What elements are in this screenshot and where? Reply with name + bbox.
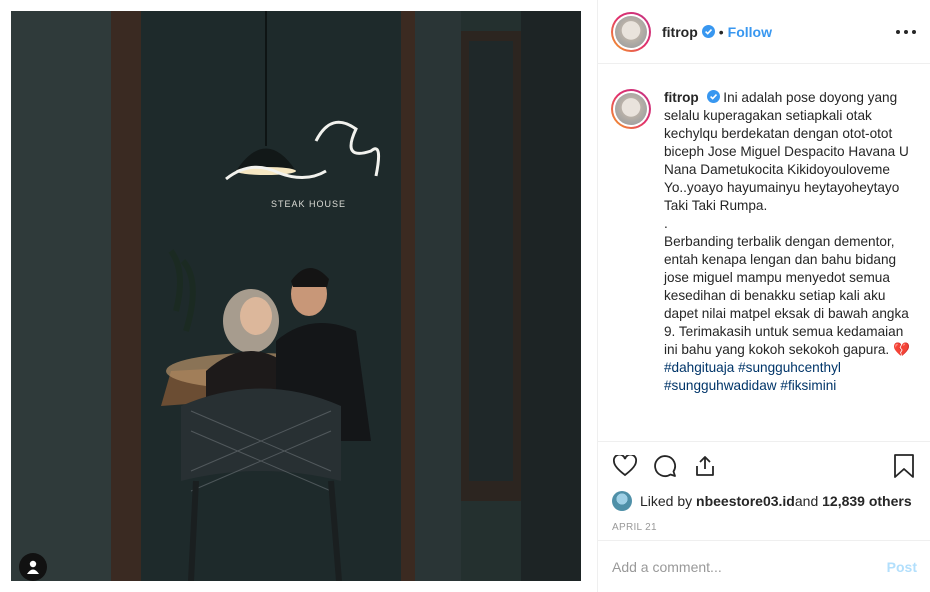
instagram-post: STEAK HOUSE fitrop • Follow fitrop Ini a… xyxy=(0,0,930,592)
hashtag-link[interactable]: #sungguhwadidaw xyxy=(664,378,777,393)
caption-username[interactable]: fitrop xyxy=(664,90,699,105)
liker-avatar[interactable] xyxy=(612,491,632,511)
likes-others-count[interactable]: 12,839 others xyxy=(822,493,912,509)
bookmark-icon[interactable] xyxy=(891,453,917,479)
tagged-user-icon[interactable] xyxy=(19,553,47,581)
broken-heart-emoji: 💔 xyxy=(893,342,910,357)
comment-form: Post xyxy=(598,540,930,592)
header-separator: • xyxy=(718,23,724,40)
post-date[interactable]: APRIL 21 xyxy=(612,522,917,538)
share-icon[interactable] xyxy=(692,453,718,479)
comment-bubble-icon[interactable] xyxy=(652,453,678,479)
post-header: fitrop • Follow xyxy=(598,0,930,64)
caption-text: fitrop Ini adalah pose doyong yang selal… xyxy=(664,89,912,441)
likes-summary: Liked by nbeestore03.id and 12,839 other… xyxy=(612,490,917,512)
author-username[interactable]: fitrop xyxy=(662,24,698,40)
author-avatar[interactable] xyxy=(611,11,651,52)
verified-badge-icon xyxy=(706,90,720,103)
post-actions: Liked by nbeestore03.id and 12,839 other… xyxy=(598,441,930,538)
likes-middle: and xyxy=(794,493,819,509)
caption-avatar[interactable] xyxy=(611,89,651,129)
sign-text: STEAK HOUSE xyxy=(271,199,346,209)
action-row xyxy=(612,442,917,490)
hashtag-link[interactable]: #dahgituaja xyxy=(664,360,734,375)
comment-input[interactable] xyxy=(612,558,887,575)
caption-section: fitrop Ini adalah pose doyong yang selal… xyxy=(598,65,930,441)
hashtag-link[interactable]: #fiksimini xyxy=(780,378,836,393)
post-side-panel: fitrop • Follow fitrop Ini adalah pose d… xyxy=(597,0,930,592)
hashtag-link[interactable]: #sungguhcenthyl xyxy=(738,360,841,375)
follow-button[interactable]: Follow xyxy=(728,24,772,40)
post-photo[interactable]: STEAK HOUSE xyxy=(11,11,581,581)
verified-badge-icon xyxy=(701,25,715,38)
caption-body: Ini adalah pose doyong yang selalu kuper… xyxy=(664,90,909,357)
restaurant-couple-photo: STEAK HOUSE xyxy=(11,11,581,581)
like-heart-icon[interactable] xyxy=(612,453,638,479)
likes-prefix: Liked by xyxy=(640,493,693,509)
post-comment-button[interactable]: Post xyxy=(887,559,917,575)
liker-username[interactable]: nbeestore03.id xyxy=(696,493,795,509)
more-options-icon[interactable] xyxy=(896,22,916,42)
